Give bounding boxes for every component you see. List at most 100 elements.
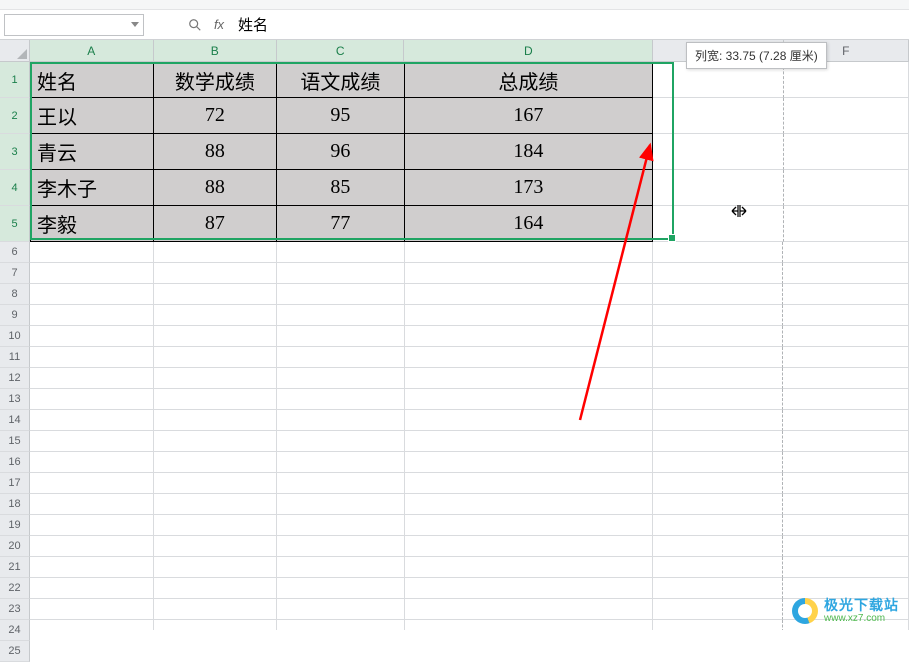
row-header-14[interactable]: 14 <box>0 410 30 431</box>
cell-E24[interactable] <box>653 620 783 630</box>
cell-D23[interactable] <box>405 599 654 620</box>
cell-D10[interactable] <box>405 326 654 347</box>
cell-D17[interactable] <box>405 473 654 494</box>
cell-B3[interactable]: 88 <box>154 134 278 170</box>
cell-E16[interactable] <box>653 452 783 473</box>
cell-C15[interactable] <box>277 431 404 452</box>
cell-C2[interactable]: 95 <box>277 98 404 134</box>
cell-E8[interactable] <box>653 284 783 305</box>
cell-E3[interactable] <box>653 134 783 170</box>
cell-D22[interactable] <box>405 578 654 599</box>
cell-F16[interactable] <box>783 452 909 473</box>
cell-E14[interactable] <box>653 410 783 431</box>
row-header-20[interactable]: 20 <box>0 536 30 557</box>
cell-F9[interactable] <box>783 305 909 326</box>
cell-A19[interactable] <box>30 515 154 536</box>
cell-A9[interactable] <box>30 305 154 326</box>
cell-A10[interactable] <box>30 326 154 347</box>
row-header-6[interactable]: 6 <box>0 242 30 263</box>
cell-C3[interactable]: 96 <box>277 134 404 170</box>
column-header-A[interactable]: A <box>30 40 154 62</box>
cell-E22[interactable] <box>653 578 783 599</box>
cell-D19[interactable] <box>405 515 654 536</box>
name-box[interactable] <box>4 14 144 36</box>
cell-F20[interactable] <box>783 536 909 557</box>
cell-B24[interactable] <box>154 620 278 630</box>
cell-C10[interactable] <box>277 326 404 347</box>
cell-D3[interactable]: 184 <box>405 134 654 170</box>
cell-A22[interactable] <box>30 578 154 599</box>
cell-B20[interactable] <box>154 536 278 557</box>
cell-B16[interactable] <box>154 452 278 473</box>
cell-E6[interactable] <box>653 242 783 263</box>
cell-D9[interactable] <box>405 305 654 326</box>
row-header-15[interactable]: 15 <box>0 431 30 452</box>
row-header-22[interactable]: 22 <box>0 578 30 599</box>
cell-F14[interactable] <box>783 410 909 431</box>
cell-C17[interactable] <box>277 473 404 494</box>
chevron-down-icon[interactable] <box>131 22 139 27</box>
cell-C19[interactable] <box>277 515 404 536</box>
cell-D5[interactable]: 164 <box>405 206 654 242</box>
cell-C14[interactable] <box>277 410 404 431</box>
cell-E7[interactable] <box>653 263 783 284</box>
cell-D11[interactable] <box>405 347 654 368</box>
cell-F11[interactable] <box>783 347 909 368</box>
cell-C9[interactable] <box>277 305 404 326</box>
cell-D15[interactable] <box>405 431 654 452</box>
cell-B23[interactable] <box>154 599 278 620</box>
cell-B1[interactable]: 数学成绩 <box>154 62 278 98</box>
cell-B6[interactable] <box>154 242 278 263</box>
cell-F7[interactable] <box>783 263 909 284</box>
row-header-3[interactable]: 3 <box>0 134 30 170</box>
cell-A3[interactable]: 青云 <box>30 134 154 170</box>
fx-icon[interactable]: fx <box>208 14 230 36</box>
cell-A5[interactable]: 李毅 <box>30 206 154 242</box>
cell-D1[interactable]: 总成绩 <box>405 62 654 98</box>
column-header-C[interactable]: C <box>277 40 404 62</box>
row-header-19[interactable]: 19 <box>0 515 30 536</box>
cell-D12[interactable] <box>405 368 654 389</box>
row-header-4[interactable]: 4 <box>0 170 30 206</box>
cell-B8[interactable] <box>154 284 278 305</box>
cell-C23[interactable] <box>277 599 404 620</box>
cell-B15[interactable] <box>154 431 278 452</box>
cell-E5[interactable] <box>653 206 783 242</box>
row-header-10[interactable]: 10 <box>0 326 30 347</box>
cell-A13[interactable] <box>30 389 154 410</box>
cell-A12[interactable] <box>30 368 154 389</box>
cell-D16[interactable] <box>405 452 654 473</box>
cell-C7[interactable] <box>277 263 404 284</box>
cell-C12[interactable] <box>277 368 404 389</box>
cell-C5[interactable]: 77 <box>277 206 404 242</box>
cell-B12[interactable] <box>154 368 278 389</box>
cell-E10[interactable] <box>653 326 783 347</box>
cell-F10[interactable] <box>783 326 909 347</box>
cell-B10[interactable] <box>154 326 278 347</box>
cell-D24[interactable] <box>405 620 654 630</box>
row-header-25[interactable]: 25 <box>0 641 30 662</box>
cell-E21[interactable] <box>653 557 783 578</box>
cell-C1[interactable]: 语文成绩 <box>277 62 404 98</box>
cell-A23[interactable] <box>30 599 154 620</box>
cell-B21[interactable] <box>154 557 278 578</box>
cell-B2[interactable]: 72 <box>154 98 278 134</box>
cell-C4[interactable]: 85 <box>277 170 404 206</box>
cell-A7[interactable] <box>30 263 154 284</box>
row-header-1[interactable]: 1 <box>0 62 30 98</box>
cell-B11[interactable] <box>154 347 278 368</box>
cell-A18[interactable] <box>30 494 154 515</box>
cell-A16[interactable] <box>30 452 154 473</box>
cell-F22[interactable] <box>783 578 909 599</box>
cell-C13[interactable] <box>277 389 404 410</box>
cell-F4[interactable] <box>784 170 909 206</box>
cell-F6[interactable] <box>783 242 909 263</box>
cell-E11[interactable] <box>653 347 783 368</box>
cell-D4[interactable]: 173 <box>405 170 654 206</box>
cell-E20[interactable] <box>653 536 783 557</box>
cell-F5[interactable] <box>784 206 909 242</box>
cell-C8[interactable] <box>277 284 404 305</box>
cell-F17[interactable] <box>783 473 909 494</box>
cell-F21[interactable] <box>783 557 909 578</box>
cell-D8[interactable] <box>405 284 654 305</box>
